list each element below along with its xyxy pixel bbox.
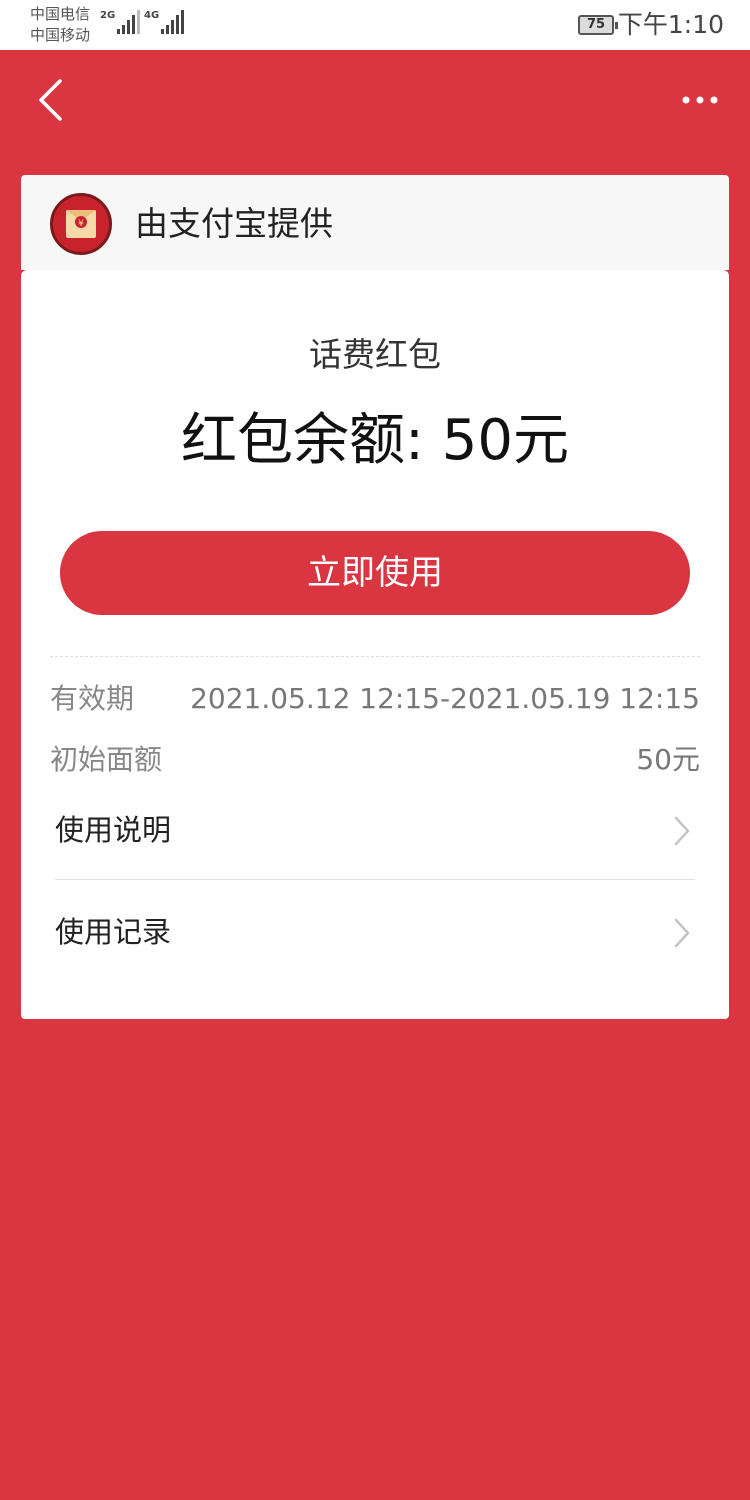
- signal-icon: 4G: [144, 10, 185, 34]
- red-packet-card: 话费红包 红包余额: 50元 立即使用 有效期 2021.05.12 12:15…: [21, 270, 729, 1019]
- more-icon[interactable]: [680, 90, 720, 110]
- carrier-info: 中国电信 中国移动: [30, 4, 90, 46]
- carrier-1: 中国电信: [30, 5, 91, 23]
- network-type-2: 4G: [144, 10, 160, 21]
- nav-bar: [0, 50, 750, 150]
- provider-label: 由支付宝提供: [135, 204, 333, 243]
- status-time: 下午1:10: [617, 10, 724, 39]
- usage-instructions-row[interactable]: 使用说明: [55, 795, 695, 865]
- chevron-left-icon[interactable]: [36, 78, 66, 122]
- status-bar: 中国电信 中国移动 2G 4G 75 下午1:10: [0, 0, 750, 50]
- usage-instructions-label: 使用说明: [55, 813, 172, 847]
- validity-label: 有效期: [50, 682, 135, 715]
- initial-amount-label: 初始面额: [50, 743, 163, 776]
- divider: [55, 879, 695, 880]
- packet-type-title: 话费红包: [309, 335, 441, 374]
- battery-icon: 75: [578, 15, 618, 35]
- usage-records-label: 使用记录: [55, 915, 172, 949]
- divider: [50, 656, 700, 657]
- card-header: ¥ 由支付宝提供: [21, 175, 729, 270]
- use-now-button[interactable]: 立即使用: [60, 531, 690, 615]
- signal-icon: 2G: [100, 10, 141, 34]
- usage-records-row[interactable]: 使用记录: [55, 897, 695, 967]
- validity-row: 有效期 2021.05.12 12:15-2021.05.19 12:15: [50, 679, 700, 719]
- initial-amount-value: 50元: [636, 743, 700, 776]
- svg-text:¥: ¥: [78, 219, 84, 229]
- carrier-2: 中国移动: [30, 26, 91, 44]
- validity-value: 2021.05.12 12:15-2021.05.19 12:15: [190, 682, 700, 715]
- chevron-right-icon: [674, 816, 690, 846]
- balance-amount: 红包余额: 50元: [181, 408, 569, 473]
- initial-amount-row: 初始面额 50元: [50, 740, 700, 780]
- red-envelope-icon: ¥: [50, 193, 112, 255]
- network-type-1: 2G: [100, 10, 116, 21]
- chevron-right-icon: [674, 918, 690, 948]
